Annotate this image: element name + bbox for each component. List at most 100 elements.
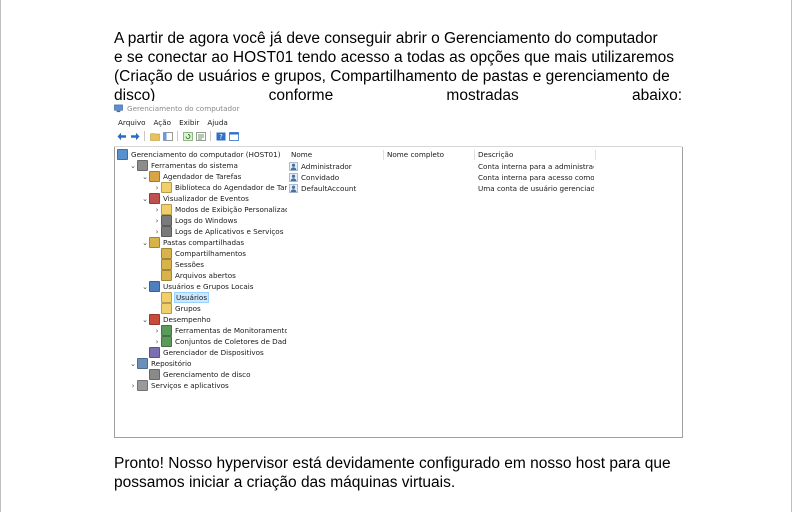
toolbar-separator (144, 131, 145, 141)
user-row[interactable]: DefaultAccount Uma conta de usuário geren… (287, 183, 682, 194)
column-divider (383, 150, 384, 160)
tree-item-3[interactable]: ⌄ Agendador de Tarefas (141, 171, 241, 182)
expand-chevron-icon[interactable]: ⌄ (141, 316, 149, 324)
menu-bar: Arquivo Ação Exibir Ajuda (118, 116, 228, 128)
tree-item-2[interactable]: ⌄ Ferramentas do sistema (129, 160, 238, 171)
tree-item-15[interactable]: Grupos (153, 303, 201, 314)
tree-item-label: Ferramentas de Monitoramento (175, 326, 288, 335)
show-hide-tree-icon[interactable] (162, 131, 173, 142)
svg-text:?: ? (219, 133, 223, 141)
tree-item-label: Pastas compartilhadas (163, 238, 245, 247)
tree-item-19[interactable]: Gerenciador de Dispositivos (141, 347, 264, 358)
tree-item-label: Repositório (151, 359, 192, 368)
menu-exibir[interactable]: Exibir (179, 118, 199, 127)
user-row[interactable]: Convidado Conta interna para acesso como … (287, 172, 682, 183)
folder-icon (161, 204, 172, 215)
intro-line-2: e se conectar ao HOST01 tendo acesso a t… (114, 49, 675, 66)
share-icon (161, 259, 172, 270)
forward-arrow-icon[interactable] (129, 131, 140, 142)
tree-item-10[interactable]: Compartilhamentos (153, 248, 246, 259)
tree-item-label: Usuários e Grupos Locais (163, 282, 254, 291)
expand-chevron-icon[interactable]: ⌄ (129, 162, 137, 170)
column-header-descricao[interactable]: Descrição (478, 149, 513, 160)
user-name-cell: Administrador (289, 161, 383, 172)
tree-item-8[interactable]: › Logs de Aplicativos e Serviços (153, 226, 283, 237)
tree-item-label: Desempenho (163, 315, 211, 324)
back-arrow-icon[interactable] (116, 131, 127, 142)
collapse-chevron-icon[interactable]: › (153, 228, 161, 236)
list-header: Nome Nome completo Descrição (287, 149, 682, 160)
user-name: Administrador (301, 162, 352, 171)
closing-paragraph: Pronto! Nosso hypervisor está devidament… (114, 454, 682, 492)
tree-item-14[interactable]: Usuários (153, 292, 210, 303)
closing-line-2: possamos iniciar a criação das máquinas … (114, 474, 456, 491)
expand-chevron-icon[interactable]: ⌄ (141, 239, 149, 247)
share-icon (161, 248, 172, 259)
menu-acao[interactable]: Ação (154, 118, 172, 127)
tree-item-label: Gerenciador de Dispositivos (163, 348, 264, 357)
folder-icon (161, 303, 172, 314)
tree-item-20[interactable]: ⌄ Repositório (129, 358, 191, 369)
tree-item-label: Grupos (175, 304, 201, 313)
up-folder-icon[interactable] (149, 131, 160, 142)
log-icon (161, 226, 172, 237)
user-icon (289, 162, 298, 171)
tree-item-1[interactable]: Gerenciamento do computador (HOST01) (117, 149, 281, 160)
computer-management-screenshot: Gerenciamento do computador Arquivo Ação… (114, 101, 683, 438)
expand-chevron-icon[interactable]: ⌄ (141, 195, 149, 203)
tree-item-label: Logs de Aplicativos e Serviços (175, 227, 284, 236)
collapse-chevron-icon[interactable]: › (129, 382, 137, 390)
window-titlebar: Gerenciamento do computador (114, 101, 682, 115)
tree-item-17[interactable]: › Ferramentas de Monitoramento (153, 325, 288, 336)
user-fullname (387, 172, 473, 183)
collapse-chevron-icon[interactable]: › (153, 327, 161, 335)
tree-item-label: Compartilhamentos (175, 249, 247, 258)
perf-icon (149, 314, 160, 325)
tree-item-11[interactable]: Sessões (153, 259, 204, 270)
collapse-chevron-icon[interactable]: › (153, 184, 161, 192)
properties-icon[interactable] (228, 131, 239, 142)
console-tree: Gerenciamento do computador (HOST01) ⌄ Fer… (114, 147, 288, 438)
tree-item-21[interactable]: Gerenciamento de disco (141, 369, 251, 380)
column-header-nome[interactable]: Nome (291, 149, 312, 160)
column-divider (595, 150, 596, 160)
window-title: Gerenciamento do computador (127, 103, 240, 113)
refresh-icon[interactable] (182, 131, 193, 142)
tree-item-4[interactable]: › Biblioteca do Agendador de Tarefas (153, 182, 288, 193)
tree-item-6[interactable]: › Modos de Exibição Personalizados (153, 204, 287, 215)
tree-item-18[interactable]: › Conjuntos de Coletores de Dados (153, 336, 287, 347)
tree-item-13[interactable]: ⌄ Usuários e Grupos Locais (141, 281, 254, 292)
computer-management-icon (114, 104, 123, 112)
computer-icon (117, 149, 128, 160)
collapse-chevron-icon[interactable]: › (153, 338, 161, 346)
help-icon[interactable]: ? (215, 131, 226, 142)
collapse-chevron-icon[interactable]: › (153, 206, 161, 214)
tree-item-label: Agendador de Tarefas (163, 172, 242, 181)
tree-item-9[interactable]: ⌄ Pastas compartilhadas (141, 237, 244, 248)
expand-chevron-icon[interactable]: ⌄ (141, 173, 149, 181)
user-row[interactable]: Administrador Conta interna para a admini… (287, 161, 682, 172)
menu-ajuda[interactable]: Ajuda (207, 118, 227, 127)
tree-item-12[interactable]: Arquivos abertos (153, 270, 236, 281)
tree-item-label: Biblioteca do Agendador de Tarefas (175, 183, 288, 192)
column-header-nome-completo[interactable]: Nome completo (387, 149, 444, 160)
user-name: Convidado (301, 173, 340, 182)
tree-item-22[interactable]: › Serviços e aplicativos (129, 380, 229, 391)
tree-item-7[interactable]: › Logs do Windows (153, 215, 237, 226)
tree-item-label: Usuários (173, 292, 210, 303)
share-icon (161, 270, 172, 281)
intro-line-3: (Criação de usuários e grupos, Compartil… (114, 68, 670, 85)
closing-line-1: Pronto! Nosso hypervisor está devidament… (114, 455, 671, 472)
tree-item-16[interactable]: ⌄ Desempenho (141, 314, 211, 325)
menu-arquivo[interactable]: Arquivo (118, 118, 146, 127)
event-icon (149, 193, 160, 204)
storage-icon (137, 358, 148, 369)
toolbar-separator (210, 131, 211, 141)
device-icon (149, 347, 160, 358)
expand-chevron-icon[interactable]: ⌄ (141, 283, 149, 291)
expand-chevron-icon[interactable]: ⌄ (129, 360, 137, 368)
share-icon (149, 237, 160, 248)
tree-item-5[interactable]: ⌄ Visualizador de Eventos (141, 193, 249, 204)
collapse-chevron-icon[interactable]: › (153, 217, 161, 225)
export-list-icon[interactable] (195, 131, 206, 142)
